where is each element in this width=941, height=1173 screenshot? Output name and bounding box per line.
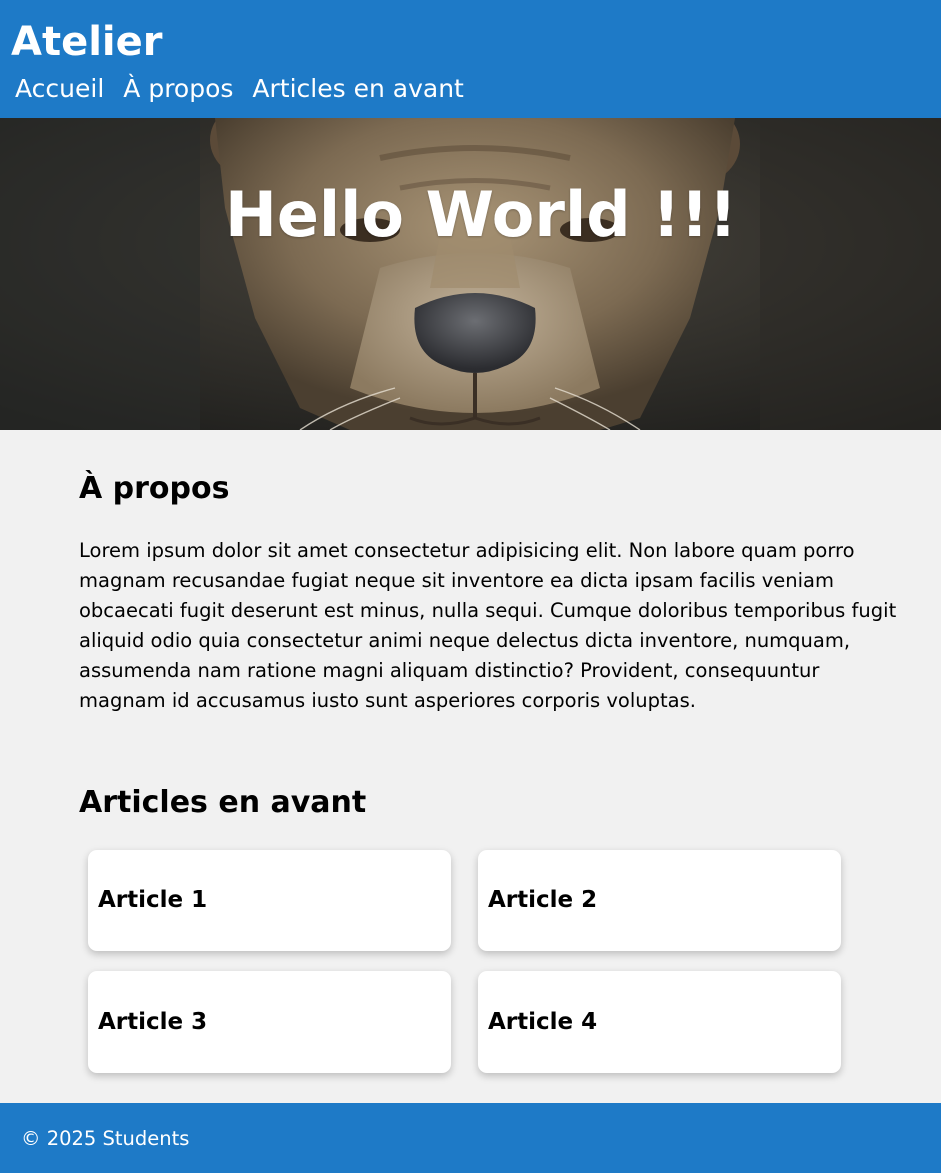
article-card-3[interactable]: Article 3 <box>88 971 451 1073</box>
article-card-2[interactable]: Article 2 <box>478 850 841 951</box>
hero-banner: Hello World !!! <box>0 118 941 430</box>
hero-title: Hello World !!! <box>224 178 737 251</box>
nav-link-accueil[interactable]: Accueil <box>15 72 104 106</box>
about-heading: À propos <box>79 471 230 506</box>
article-title: Article 1 <box>98 887 208 913</box>
main-nav: Accueil À propos Articles en avant <box>15 72 483 106</box>
footer-copyright: © 2025 Students <box>21 1127 190 1150</box>
site-title: Atelier <box>11 19 163 65</box>
article-title: Article 3 <box>98 1009 208 1035</box>
about-paragraph: Lorem ipsum dolor sit amet consectetur a… <box>79 539 897 712</box>
featured-heading: Articles en avant <box>79 785 367 820</box>
site-footer: © 2025 Students <box>0 1103 941 1173</box>
hero-lion-image <box>0 118 941 430</box>
site-header: Atelier Accueil À propos Articles en ava… <box>0 0 941 118</box>
article-title: Article 4 <box>488 1009 598 1035</box>
article-card-4[interactable]: Article 4 <box>478 971 841 1073</box>
nav-link-a-propos[interactable]: À propos <box>123 72 233 106</box>
nav-link-articles-en-avant[interactable]: Articles en avant <box>252 72 463 106</box>
article-title: Article 2 <box>488 887 598 913</box>
article-card-1[interactable]: Article 1 <box>88 850 451 951</box>
